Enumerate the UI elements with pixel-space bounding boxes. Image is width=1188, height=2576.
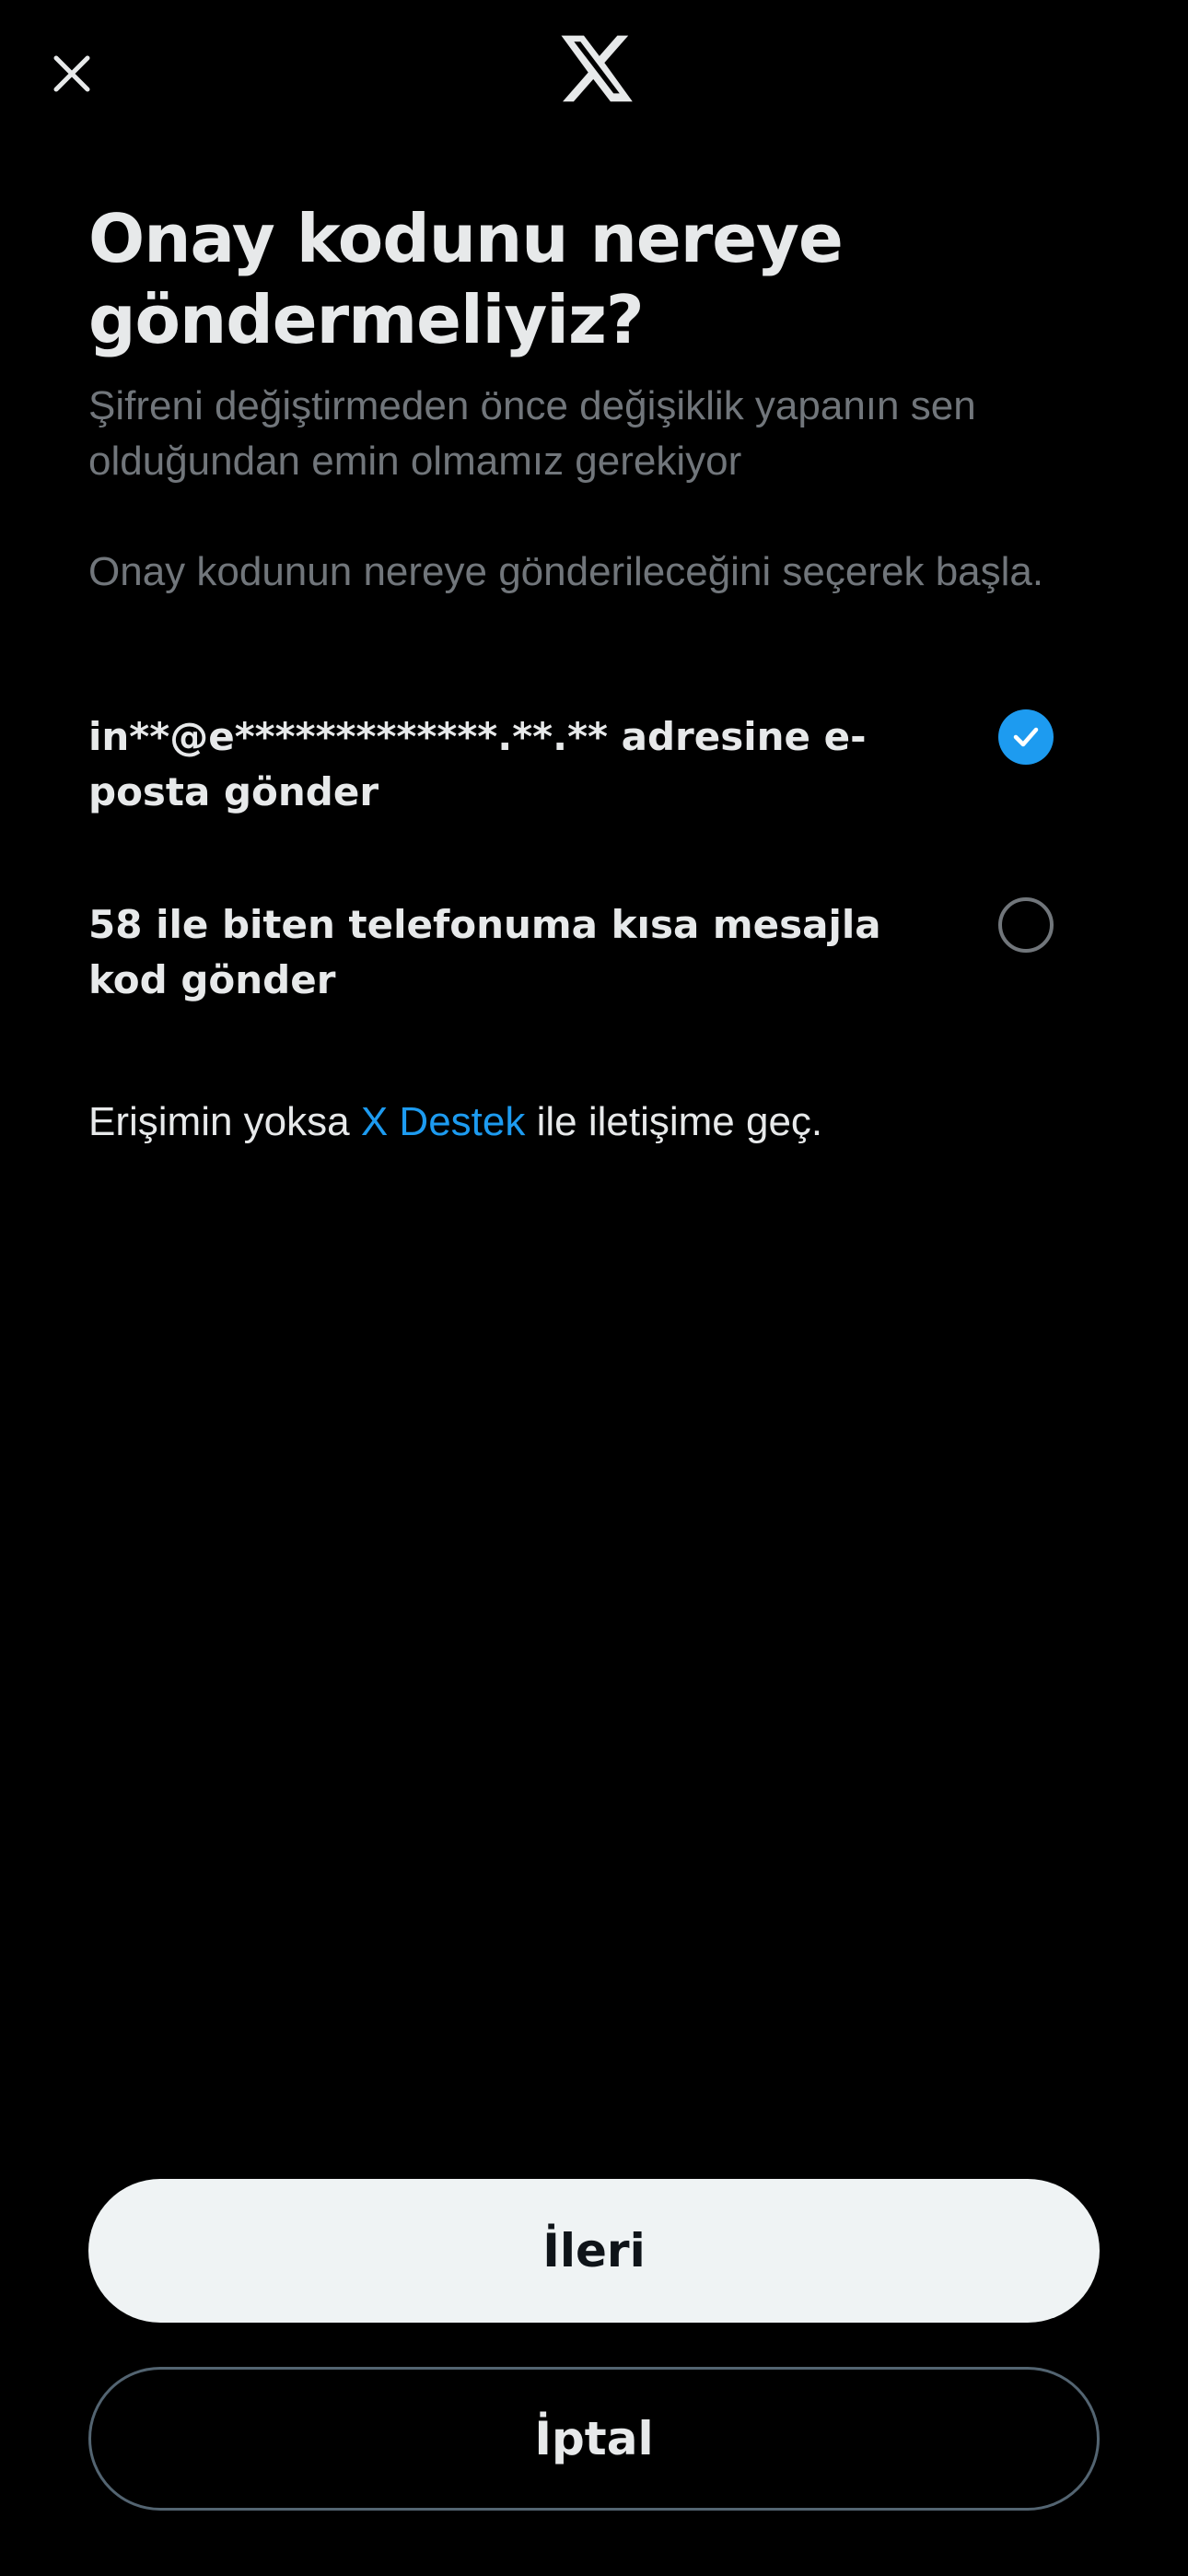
close-icon	[53, 55, 90, 92]
support-suffix: ile iletişime geç.	[525, 1099, 823, 1144]
email-radio[interactable]	[998, 709, 1054, 765]
support-link[interactable]: X Destek	[361, 1099, 526, 1144]
option-email-label: in**@e*************.**.** adresine e-pos…	[88, 714, 867, 814]
next-button[interactable]: İleri	[88, 2179, 1100, 2323]
cancel-button-label: İptal	[534, 2412, 654, 2465]
main-content: Onay kodunu nereye göndermeliyiz? Şifren…	[88, 198, 1101, 600]
support-text: Erişimin yoksa X Destek ile iletişime ge…	[88, 1095, 822, 1150]
page-subtitle: Şifreni değiştirmeden önce değişiklik ya…	[88, 383, 976, 484]
page-title: Onay kodunu nereye göndermeliyiz?	[88, 200, 844, 358]
close-button[interactable]	[44, 46, 99, 101]
checkmark-icon	[1013, 727, 1039, 747]
sms-radio[interactable]	[998, 897, 1054, 953]
x-logo-icon	[561, 35, 633, 102]
option-sms[interactable]: 58 ile biten telefonuma kısa mesajla kod…	[88, 897, 1101, 1008]
support-prefix: Erişimin yoksa	[88, 1099, 361, 1144]
option-email[interactable]: in**@e*************.**.** adresine e-pos…	[88, 709, 1101, 820]
selection-hint: Onay kodunun nereye gönderileceğini seçe…	[88, 549, 1044, 594]
option-sms-label: 58 ile biten telefonuma kısa mesajla kod…	[88, 902, 881, 1002]
cancel-button[interactable]: İptal	[88, 2367, 1100, 2511]
top-bar	[0, 0, 1188, 147]
next-button-label: İleri	[542, 2224, 646, 2277]
